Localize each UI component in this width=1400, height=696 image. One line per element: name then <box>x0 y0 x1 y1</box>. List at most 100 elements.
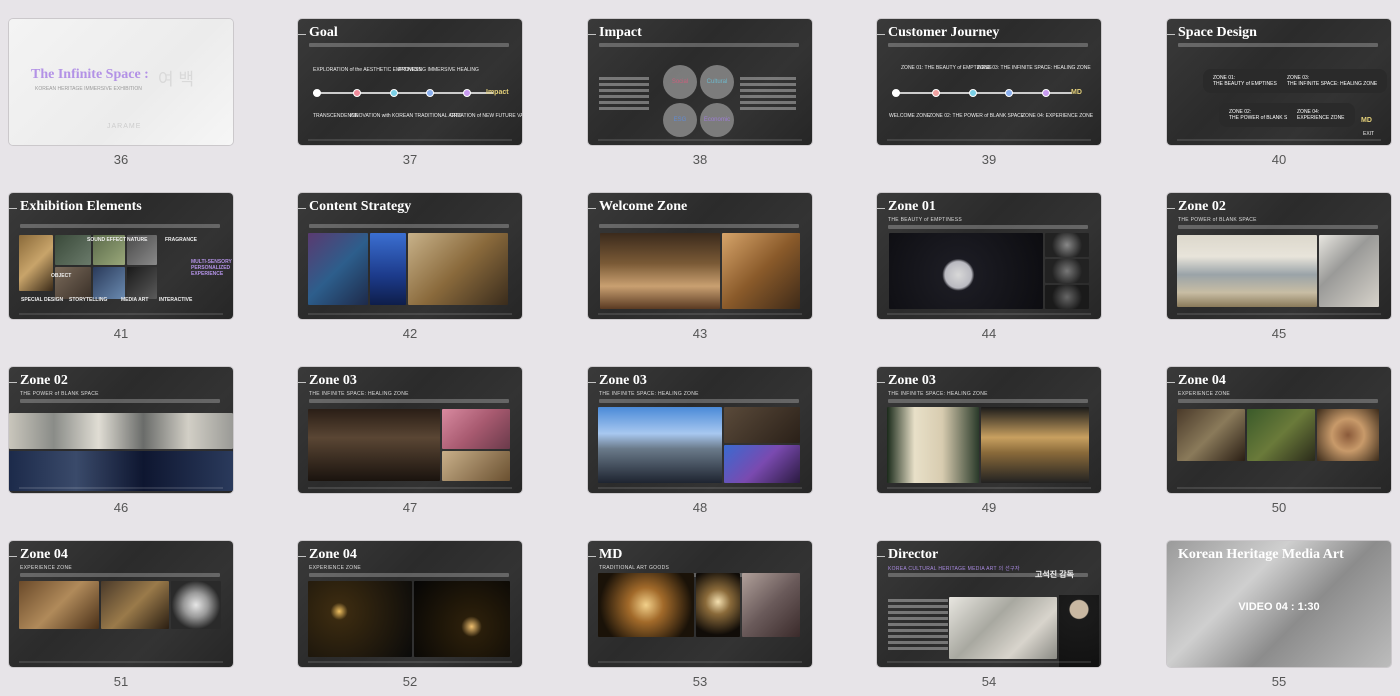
slide-photo <box>1045 259 1089 283</box>
slide-photo <box>696 573 740 637</box>
title-accent-bar <box>298 208 306 209</box>
slide-photo <box>442 409 510 449</box>
note-line <box>740 95 796 98</box>
slide-thumbnail[interactable]: Zone 04 EXPERIENCE ZONE <box>9 541 233 667</box>
slide-number: 46 <box>113 500 129 515</box>
title-accent-bar <box>9 556 17 557</box>
slide-photo <box>1177 409 1245 461</box>
slide-number: 50 <box>1271 500 1287 515</box>
slide-thumbnail-cell[interactable]: Zone 04 EXPERIENCE ZONE 50 <box>1167 367 1391 522</box>
slide-thumbnail[interactable]: Zone 02 THE POWER of BLANK SPACE <box>1167 193 1391 319</box>
slide-thumbnail-cell[interactable]: Zone 04 EXPERIENCE ZONE 51 <box>9 541 233 696</box>
slide-thumbnail-cell[interactable]: The Infinite Space : 여 백 KOREAN HERITAGE … <box>9 19 233 174</box>
slide-thumbnail-cell[interactable]: Zone 02 THE POWER of BLANK SPACE 46 <box>9 367 233 522</box>
slide-thumbnail[interactable]: Zone 03 THE INFINITE SPACE: HEALING ZONE <box>298 367 522 493</box>
slide-thumbnail[interactable]: Zone 04 EXPERIENCE ZONE <box>1167 367 1391 493</box>
slide-korean-title: 여 백 <box>158 70 195 89</box>
slide-thumbnail-cell[interactable]: MD TRADITIONAL ART GOODS 53 <box>588 541 812 696</box>
element-tag: OBJECT <box>51 273 72 279</box>
slide-title: Zone 01 <box>888 199 936 214</box>
career-line <box>888 635 948 638</box>
slide-number: 37 <box>402 152 418 167</box>
career-line <box>888 623 948 626</box>
slide-number: 38 <box>692 152 708 167</box>
slide-title: Exhibition Elements <box>20 199 142 214</box>
slide-thumbnail-cell[interactable]: Content Strategy 42 <box>298 193 522 348</box>
slide-number: 54 <box>981 674 997 689</box>
slide-title: Zone 02 <box>20 373 68 388</box>
slide-title: Zone 04 <box>309 547 357 562</box>
note-line <box>599 101 649 104</box>
slide-thumbnail[interactable]: Impact Social Cultural ESG Economic <box>588 19 812 145</box>
slide-description-text <box>309 224 509 228</box>
slide-thumbnail-cell[interactable]: Exhibition Elements SOUND EFFECT NATURE FRA… <box>9 193 233 348</box>
slide-thumbnail-cell[interactable]: Korean Heritage Media Art VIDEO 04 : 1:30… <box>1167 541 1391 696</box>
slide-thumbnail-cell[interactable]: Zone 01 THE BEAUTY of EMPTINESS 44 <box>877 193 1101 348</box>
slide-thumbnail-cell[interactable]: Impact Social Cultural ESG Economic 38 <box>588 19 812 174</box>
slide-description-text <box>309 573 509 577</box>
element-tag: INTERACTIVE <box>159 297 193 303</box>
slide-thumbnail[interactable]: Korean Heritage Media Art VIDEO 04 : 1:30 <box>1167 541 1391 667</box>
slide-thumbnail-cell[interactable]: Goal EXPLORATION of the AESTHETIC EMPTINE… <box>298 19 522 174</box>
slide-description-text <box>1178 43 1378 47</box>
slide-description-text <box>309 399 509 403</box>
element-tag: FRAGRANCE <box>165 237 197 243</box>
slide-thumbnail-cell[interactable]: Zone 03 THE INFINITE SPACE: HEALING ZONE 4… <box>588 367 812 522</box>
impact-circle: Economic <box>700 103 734 137</box>
slide-description-text <box>599 399 799 403</box>
slide-footer-text <box>19 487 223 489</box>
slide-photo <box>724 445 800 483</box>
slide-description-text <box>309 43 509 47</box>
slide-thumbnail-cell[interactable]: Welcome Zone 43 <box>588 193 812 348</box>
note-line <box>740 89 796 92</box>
slide-thumbnail[interactable]: Zone 04 EXPERIENCE ZONE <box>298 541 522 667</box>
slide-thumbnail[interactable]: Zone 01 THE BEAUTY of EMPTINESS <box>877 193 1101 319</box>
slide-thumbnail-cell[interactable]: Zone 04 EXPERIENCE ZONE 52 <box>298 541 522 696</box>
slide-photo <box>19 235 53 291</box>
slide-photo <box>1319 235 1379 307</box>
timeline-label: WELCOME ZONE <box>889 113 931 119</box>
slide-thumbnail[interactable]: Customer Journey ZONE 01: THE BEAUTY of E… <box>877 19 1101 145</box>
slide-thumbnail[interactable]: The Infinite Space : 여 백 KOREAN HERITAGE … <box>9 19 233 145</box>
slide-photo <box>887 407 979 483</box>
slide-thumbnail-cell[interactable]: Director KOREA CULTURAL HERITAGE MEDIA AR… <box>877 541 1101 696</box>
slide-thumbnail[interactable]: Zone 03 THE INFINITE SPACE: HEALING ZONE <box>877 367 1101 493</box>
slide-sorter-grid: The Infinite Space : 여 백 KOREAN HERITAGE … <box>0 0 1400 693</box>
slide-thumbnail-cell[interactable]: Zone 03 THE INFINITE SPACE: HEALING ZONE 4… <box>298 367 522 522</box>
slide-number: 47 <box>402 500 418 515</box>
slide-photo <box>101 581 169 629</box>
slide-thumbnail[interactable]: Space Design ZONE 01: THE BEAUTY of EMPTI… <box>1167 19 1391 145</box>
slide-thumbnail[interactable]: Welcome Zone <box>588 193 812 319</box>
slide-thumbnail-cell[interactable]: Zone 02 THE POWER of BLANK SPACE 45 <box>1167 193 1391 348</box>
slide-thumbnail[interactable]: Director KOREA CULTURAL HERITAGE MEDIA AR… <box>877 541 1101 667</box>
slide-title: MD <box>599 547 623 562</box>
timeline-node <box>390 89 398 97</box>
slide-thumbnail[interactable]: Content Strategy <box>298 193 522 319</box>
slide-footer-text <box>1177 487 1381 489</box>
title-accent-bar <box>877 208 885 209</box>
slide-footer-text <box>1177 139 1381 141</box>
slide-thumbnail[interactable]: Zone 02 THE POWER of BLANK SPACE <box>9 367 233 493</box>
slide-thumbnail-cell[interactable]: Zone 03 THE INFINITE SPACE: HEALING ZONE 4… <box>877 367 1101 522</box>
slide-photo <box>55 235 91 265</box>
slide-photo <box>1045 233 1089 257</box>
timeline-label: ZONE 02: THE POWER of BLANK SPACE <box>929 113 1025 119</box>
highlight-text: MULTI-SENSORY PERSONALIZED EXPERIENCE <box>191 259 232 277</box>
director-portrait <box>1059 595 1099 667</box>
slide-thumbnail-cell[interactable]: Customer Journey ZONE 01: THE BEAUTY of E… <box>877 19 1101 174</box>
slide-photo <box>55 267 91 299</box>
slide-number: 40 <box>1271 152 1287 167</box>
slide-thumbnail[interactable]: Zone 03 THE INFINITE SPACE: HEALING ZONE <box>588 367 812 493</box>
career-line <box>888 599 948 602</box>
slide-subtitle: EXPERIENCE ZONE <box>20 565 73 571</box>
timeline-node <box>969 89 977 97</box>
element-tag: MEDIA ART <box>121 297 149 303</box>
slide-thumbnail[interactable]: Exhibition Elements SOUND EFFECT NATURE FRA… <box>9 193 233 319</box>
slide-thumbnail[interactable]: MD TRADITIONAL ART GOODS <box>588 541 812 667</box>
slide-photo <box>742 573 800 637</box>
slide-title: The Infinite Space : <box>31 67 149 82</box>
timeline-end-label: Impact <box>486 89 509 96</box>
slide-thumbnail[interactable]: Goal EXPLORATION of the AESTHETIC EMPTINE… <box>298 19 522 145</box>
slide-thumbnail-cell[interactable]: Space Design ZONE 01: THE BEAUTY of EMPTI… <box>1167 19 1391 174</box>
slide-photo <box>1045 285 1089 309</box>
